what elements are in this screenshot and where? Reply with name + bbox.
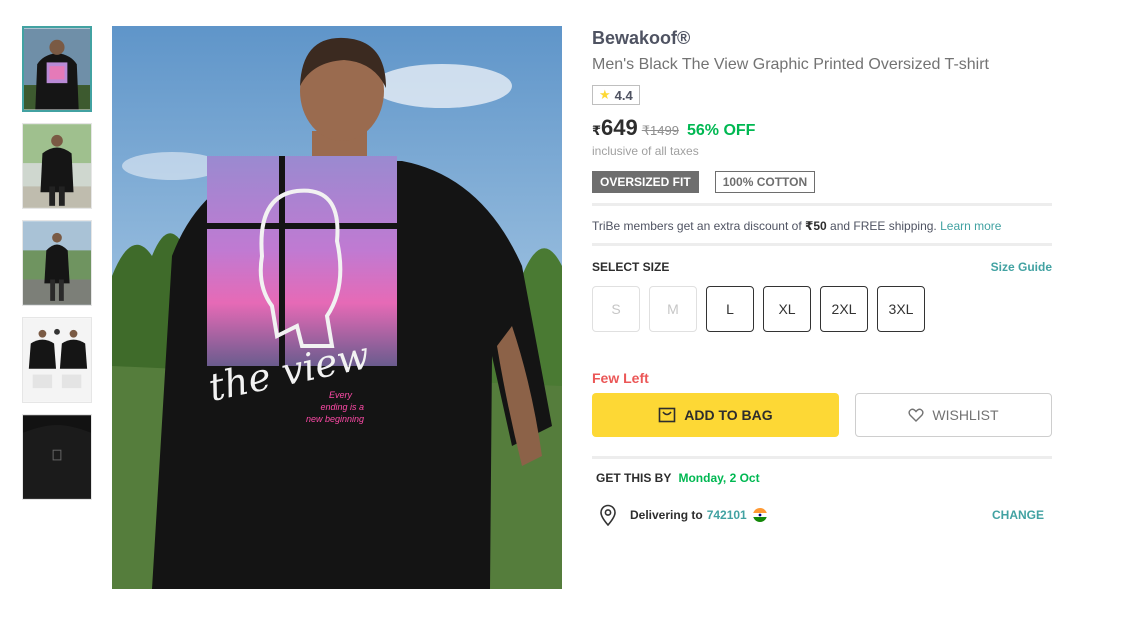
location-pin-icon bbox=[600, 504, 616, 526]
product-title: Men's Black The View Graphic Printed Ove… bbox=[592, 56, 989, 73]
delivery-date: Monday, 2 Oct bbox=[678, 471, 760, 485]
tribe-text-after: and FREE shipping. bbox=[826, 219, 941, 233]
india-flag-icon bbox=[752, 508, 767, 522]
taxes-note: inclusive of all taxes bbox=[592, 144, 699, 158]
size-option-s[interactable]: S bbox=[592, 286, 640, 332]
add-to-bag-label: ADD TO BAG bbox=[684, 407, 773, 423]
print-caption-1: Every bbox=[329, 390, 353, 400]
delivery-estimate: GET THIS BY Monday, 2 Oct bbox=[592, 471, 1052, 485]
size-option-l[interactable]: L bbox=[706, 286, 754, 332]
product-photo: the view Every ending is a new beginning bbox=[112, 26, 562, 589]
change-pincode-button[interactable]: CHANGE bbox=[992, 508, 1044, 522]
size-option-xl[interactable]: XL bbox=[763, 286, 811, 332]
discount-percent: 56% OFF bbox=[686, 122, 756, 139]
product-info: Bewakoof® Men's Black The View Graphic P… bbox=[592, 26, 1052, 526]
select-size-label: SELECT SIZE bbox=[592, 260, 670, 274]
original-price: ₹1499 bbox=[641, 123, 679, 138]
thumbnail-3-image bbox=[23, 221, 91, 305]
action-buttons: ADD TO BAG WISHLIST bbox=[592, 393, 1052, 437]
print-caption-2: ending is a bbox=[320, 402, 364, 412]
thumbnail-5[interactable] bbox=[22, 414, 92, 500]
size-option-2xl[interactable]: 2XL bbox=[820, 286, 868, 332]
thumbnail-4[interactable] bbox=[22, 317, 92, 403]
rating-value: 4.4 bbox=[614, 87, 633, 103]
pincode-value: 742101 bbox=[706, 508, 747, 522]
price-row: ₹ 649 ₹1499 56% OFF bbox=[592, 115, 1052, 141]
divider bbox=[592, 203, 1052, 206]
thumbnail-3[interactable] bbox=[22, 220, 92, 306]
bag-icon bbox=[658, 407, 676, 423]
thumbnail-list bbox=[22, 26, 92, 511]
print-caption-3: new beginning bbox=[306, 414, 364, 424]
size-guide-link[interactable]: Size Guide bbox=[991, 260, 1052, 274]
heart-icon bbox=[908, 408, 924, 422]
thumbnail-1-image bbox=[24, 28, 90, 110]
product-tags: OVERSIZED FIT 100% COTTON bbox=[592, 171, 1052, 193]
thumbnail-2-image bbox=[23, 124, 91, 208]
thumbnail-4-image bbox=[23, 318, 91, 402]
size-option-m[interactable]: M bbox=[649, 286, 697, 332]
wishlist-label: WISHLIST bbox=[932, 407, 999, 423]
add-to-bag-button[interactable]: ADD TO BAG bbox=[592, 393, 839, 437]
tribe-text-before: TriBe members get an extra discount of bbox=[592, 219, 805, 233]
size-option-3xl[interactable]: 3XL bbox=[877, 286, 925, 332]
brand-name[interactable]: Bewakoof® bbox=[592, 26, 1052, 50]
divider bbox=[592, 243, 1052, 246]
tag-cotton: 100% COTTON bbox=[714, 171, 816, 193]
selling-price: 649 bbox=[601, 115, 638, 140]
tag-oversized-fit: OVERSIZED FIT bbox=[592, 171, 699, 193]
rating-badge[interactable]: ★ 4.4 bbox=[592, 85, 640, 105]
delivery-location: Delivering to 742101 CHANGE bbox=[592, 504, 1052, 526]
thumbnail-1[interactable] bbox=[22, 26, 92, 112]
currency-symbol: ₹ bbox=[592, 123, 602, 138]
size-header: SELECT SIZE Size Guide bbox=[592, 260, 1052, 274]
star-icon: ★ bbox=[599, 87, 611, 102]
wishlist-button[interactable]: WISHLIST bbox=[854, 393, 1052, 437]
tribe-amount: ₹50 bbox=[804, 219, 827, 233]
learn-more-link[interactable]: Learn more bbox=[940, 219, 1001, 233]
tribe-offer: TriBe members get an extra discount of ₹… bbox=[592, 218, 1052, 234]
delivering-to-label: Delivering to bbox=[630, 508, 703, 522]
stock-warning: Few Left bbox=[592, 370, 649, 386]
size-options: S M L XL 2XL 3XL bbox=[592, 286, 1052, 332]
divider bbox=[592, 456, 1052, 459]
thumbnail-2[interactable] bbox=[22, 123, 92, 209]
thumbnail-5-image bbox=[23, 415, 91, 499]
get-by-label: GET THIS BY bbox=[596, 471, 672, 485]
product-main-image[interactable]: the view Every ending is a new beginning bbox=[112, 26, 562, 589]
